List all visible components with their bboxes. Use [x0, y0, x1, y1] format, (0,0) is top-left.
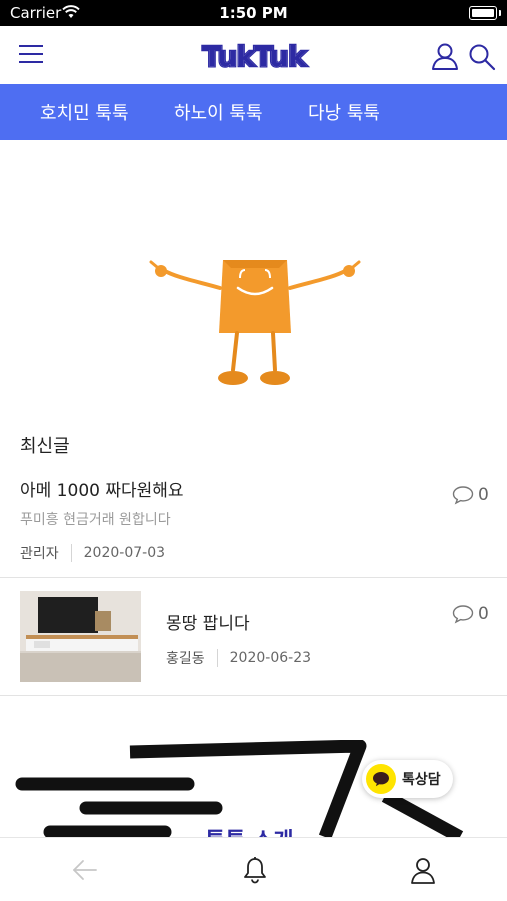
- back-arrow-icon[interactable]: [72, 858, 98, 882]
- post-author: 관리자: [20, 546, 59, 562]
- post-divider: [0, 577, 507, 578]
- kakao-chat-button[interactable]: 톡상담: [362, 760, 453, 798]
- bell-icon[interactable]: [242, 856, 268, 884]
- comment-count-value: 0: [478, 604, 489, 624]
- region-tabs: 호치민 툭툭 하노이 툭툭 다낭 툭툭: [0, 84, 507, 140]
- user-icon[interactable]: [430, 41, 460, 71]
- post-title[interactable]: 몽땅 팝니다: [166, 609, 250, 634]
- post-meta: 관리자 2020-07-03: [20, 543, 165, 563]
- banner-text: 툭툭 소개: [205, 829, 294, 837]
- profile-icon[interactable]: [409, 856, 437, 884]
- bottom-nav: [0, 837, 507, 901]
- app-logo[interactable]: TukTuk TukTuk: [184, 38, 324, 74]
- comment-count-value: 0: [478, 485, 489, 505]
- shopping-bag-mascot: [149, 260, 361, 385]
- tab-danang[interactable]: 다낭 툭툭: [308, 99, 380, 125]
- comment-icon: [452, 605, 474, 624]
- battery-icon: [469, 6, 501, 20]
- post-date: 2020-07-03: [83, 545, 166, 561]
- comment-count[interactable]: 0: [452, 604, 489, 624]
- post-thumbnail[interactable]: [20, 591, 141, 682]
- post-snippet: 푸미흥 현금거래 원합니다: [20, 512, 171, 528]
- post-date: 2020-06-23: [229, 650, 312, 666]
- comment-icon: [452, 486, 474, 505]
- status-bar: Carrier 1:50 PM: [0, 0, 507, 26]
- app-header: TukTuk TukTuk: [0, 26, 507, 84]
- post-author: 홍길동: [166, 651, 205, 667]
- logo-text-fill: TukTuk: [202, 40, 308, 73]
- meta-divider: [70, 544, 72, 562]
- clock: 1:50 PM: [219, 4, 288, 22]
- post-divider: [0, 695, 507, 696]
- section-title: 최신글: [20, 436, 70, 457]
- post-title[interactable]: 아메 1000 짜다원해요: [20, 476, 184, 501]
- meta-divider: [216, 649, 218, 667]
- search-icon[interactable]: [468, 43, 496, 71]
- post-meta: 홍길동 2020-06-23: [166, 648, 311, 668]
- comment-count[interactable]: 0: [452, 485, 489, 505]
- tab-hanoi[interactable]: 하노이 툭툭: [174, 99, 263, 125]
- hamburger-menu-icon[interactable]: [18, 42, 44, 66]
- tab-hochiminh[interactable]: 호치민 툭툭: [40, 99, 129, 125]
- kakao-chat-icon: [366, 764, 396, 794]
- kakao-chat-label: 톡상담: [402, 772, 441, 788]
